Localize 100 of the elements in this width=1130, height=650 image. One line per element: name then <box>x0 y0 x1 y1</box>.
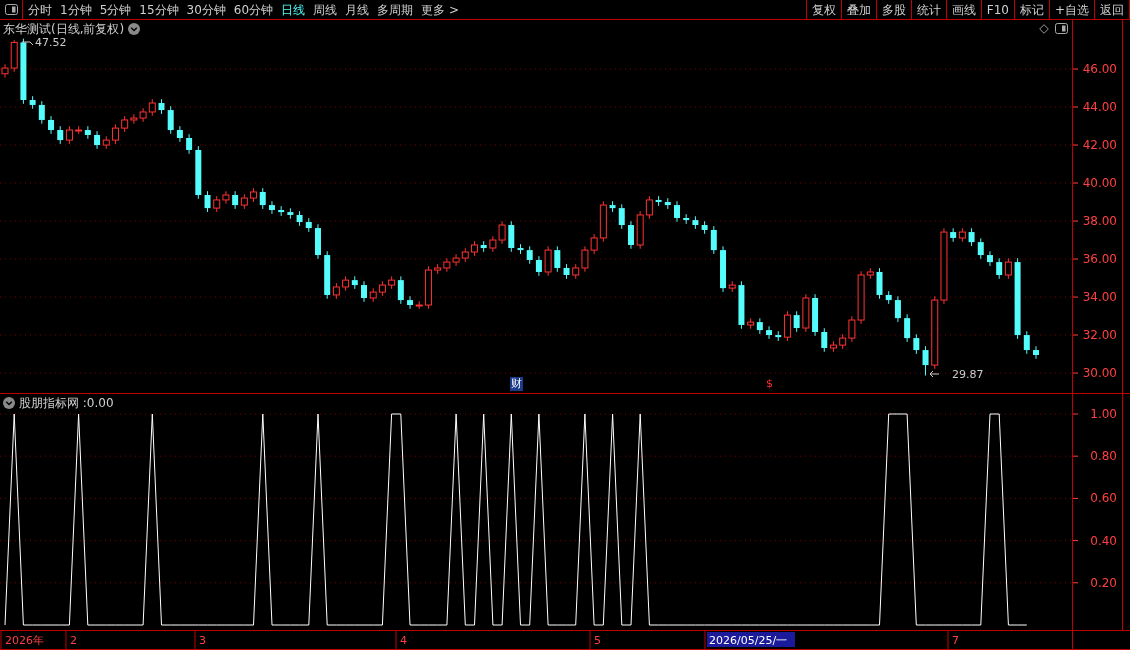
candlestick <box>986 250 993 267</box>
candlestick <box>904 313 911 343</box>
axis-label: 46.00 <box>1082 62 1117 76</box>
period-tab[interactable]: 5分钟 <box>96 0 135 19</box>
axis-label: 1.00 <box>1090 407 1117 421</box>
candlestick <box>710 225 717 255</box>
candlestick <box>968 227 975 247</box>
candlestick <box>508 220 515 253</box>
annotation: 29.87 <box>952 368 984 381</box>
date-label: 7 <box>952 634 959 647</box>
finance-marker[interactable]: 财 <box>510 377 523 391</box>
date-label: 4 <box>400 634 407 647</box>
candlestick <box>186 133 193 155</box>
axis-label: 0.80 <box>1090 449 1117 464</box>
period-tab[interactable]: 周线 <box>310 0 341 19</box>
candlestick <box>894 295 901 323</box>
candlestick <box>544 245 552 277</box>
date-label: 2026/05/25/一 <box>709 634 788 647</box>
axis-label: 42.00 <box>1082 138 1117 153</box>
toolbar-button[interactable]: 多股 <box>876 0 912 19</box>
candlestick <box>195 145 202 200</box>
chevron-down-icon[interactable] <box>3 397 15 409</box>
candlestick <box>29 95 36 110</box>
panel-toggle-icon[interactable] <box>1055 23 1068 34</box>
date-label: 5 <box>594 634 601 647</box>
period-tab[interactable]: 多周期 <box>374 0 417 19</box>
candlestick <box>296 210 303 227</box>
candlestick <box>563 263 570 280</box>
axis-label: 30.00 <box>1082 366 1117 381</box>
period-tab[interactable]: 15分钟 <box>136 0 182 19</box>
candlestick <box>701 220 708 235</box>
date-label: 3 <box>199 634 206 647</box>
toolbar-button[interactable]: 统计 <box>911 0 947 19</box>
candlestick <box>315 223 321 260</box>
axis-label: 0.20 <box>1090 575 1117 590</box>
axis-label: 44.00 <box>1082 100 1117 115</box>
axis-label: 34.00 <box>1082 290 1117 305</box>
axis-label: 40.00 <box>1082 176 1117 191</box>
candlestick <box>821 327 828 353</box>
candlestick <box>728 280 736 293</box>
candlestick <box>38 100 45 125</box>
chart-title: 东华测试(日线,前复权) <box>3 21 125 37</box>
candlestick <box>305 217 312 233</box>
candlestick <box>361 280 367 303</box>
axis-label: 32.00 <box>1082 328 1117 343</box>
date-label: 2 <box>70 634 77 647</box>
candlestick <box>885 290 892 305</box>
candlestick <box>802 293 810 333</box>
toolbar-button[interactable]: 返回 <box>1095 0 1130 19</box>
period-tab[interactable]: 日线 <box>278 0 309 19</box>
candlestick <box>268 200 275 215</box>
candlestick <box>535 255 542 277</box>
candlestick <box>158 98 165 115</box>
indicator-title: 股朋指标网 :0.00 <box>19 395 114 411</box>
candlestick <box>674 200 680 223</box>
dividend-marker[interactable]: $ <box>765 377 774 391</box>
date-label: 2026年 <box>5 634 44 647</box>
candlestick <box>692 215 699 230</box>
candlestick <box>793 310 800 333</box>
candlestick <box>812 293 819 337</box>
candlestick <box>526 245 533 265</box>
candlestick <box>720 245 726 293</box>
period-tab[interactable]: 月线 <box>342 0 373 19</box>
toolbar-button[interactable]: +自选 <box>1049 0 1095 19</box>
candlestick <box>738 280 745 330</box>
candlestick <box>48 115 55 135</box>
annotation: 47.52 <box>35 36 67 49</box>
candlestick <box>922 345 929 376</box>
candlestick <box>830 340 837 353</box>
candlestick <box>278 205 285 217</box>
axis-label: 0.60 <box>1090 491 1117 506</box>
candlestick <box>554 245 561 273</box>
candlestick <box>876 267 883 300</box>
price-annotation: 29.87 <box>929 368 984 381</box>
toolbar-button[interactable]: 画线 <box>946 0 982 19</box>
toolbar-button[interactable]: 复权 <box>806 0 842 19</box>
candlestick <box>167 105 174 135</box>
chevron-down-icon[interactable] <box>128 23 141 35</box>
period-tab[interactable]: 分时 <box>25 0 55 19</box>
candlestick <box>480 240 487 253</box>
period-tab[interactable]: 1分钟 <box>57 0 95 19</box>
candlestick <box>287 207 294 220</box>
period-tab[interactable]: 更多 > <box>418 0 462 19</box>
candlestick <box>204 190 211 213</box>
diamond-icon[interactable] <box>1039 23 1049 34</box>
candlestick <box>609 200 616 213</box>
period-tab[interactable]: 60分钟 <box>230 0 277 19</box>
axis-label: 38.00 <box>1082 214 1117 229</box>
toolbar-button[interactable]: 叠加 <box>841 0 877 19</box>
candlestick <box>517 243 524 255</box>
toolbar-button[interactable]: F10 <box>981 0 1015 19</box>
candlestick <box>627 220 634 250</box>
toolbar-button[interactable]: 标记 <box>1014 0 1050 19</box>
candlestick <box>618 203 625 230</box>
candlestick <box>1023 330 1030 355</box>
period-tab[interactable]: 30分钟 <box>183 0 229 19</box>
candlestick <box>766 325 773 340</box>
candlestick <box>176 125 183 143</box>
sidebar-toggle-icon[interactable] <box>4 4 18 15</box>
candlestick <box>913 333 920 355</box>
